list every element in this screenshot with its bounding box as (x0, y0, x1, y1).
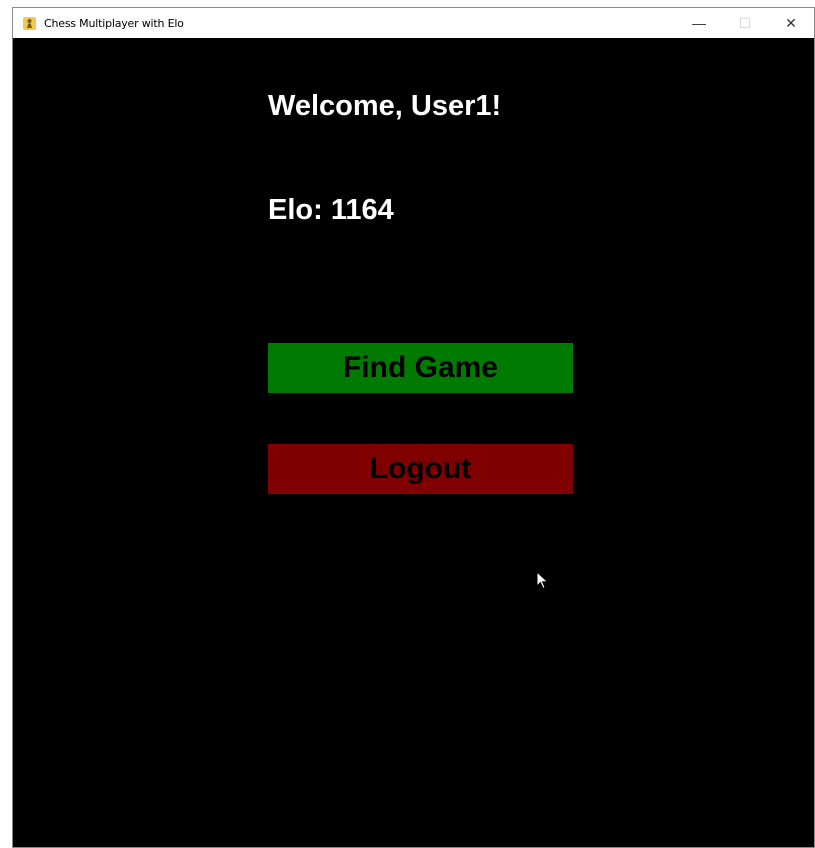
mouse-cursor-icon (536, 571, 549, 590)
minimize-button[interactable]: — (676, 8, 722, 38)
app-window: Chess Multiplayer with Elo — ☐ ✕ Welcome… (12, 7, 815, 848)
logout-button[interactable]: Logout (268, 444, 573, 494)
game-canvas: Welcome, User1! Elo: 1164 Find Game Logo… (13, 38, 814, 847)
welcome-message: Welcome, User1! (268, 90, 502, 122)
find-game-button[interactable]: Find Game (268, 343, 573, 393)
window-controls: — ☐ ✕ (676, 8, 814, 38)
chess-pawn-icon (23, 16, 36, 30)
find-game-label: Find Game (342, 351, 499, 384)
window-title: Chess Multiplayer with Elo (44, 16, 184, 30)
elo-rating: Elo: 1164 (268, 194, 394, 226)
close-button[interactable]: ✕ (768, 8, 814, 38)
title-bar[interactable]: Chess Multiplayer with Elo — ☐ ✕ (13, 8, 814, 38)
logout-label: Logout (369, 452, 472, 485)
maximize-button[interactable]: ☐ (722, 8, 768, 38)
